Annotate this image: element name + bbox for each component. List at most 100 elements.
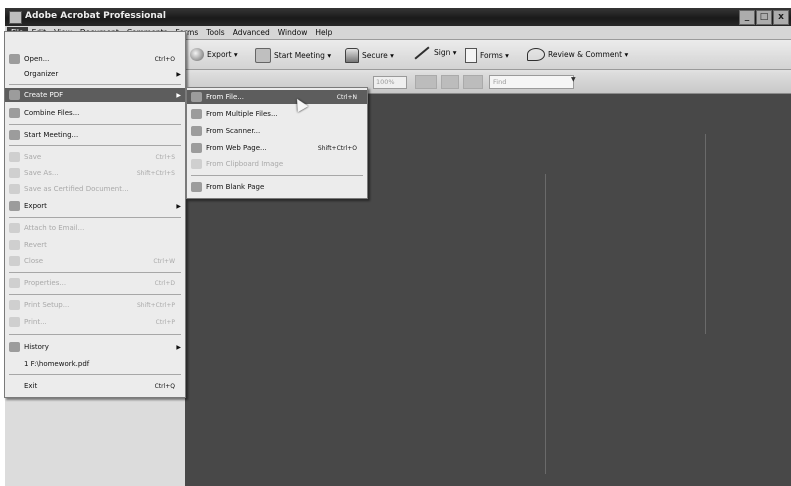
blank-icon xyxy=(9,168,20,178)
certified-icon xyxy=(9,184,20,194)
blank-icon xyxy=(9,300,20,310)
menu-item-properties[interactable]: Properties... Ctrl+D xyxy=(5,276,185,290)
forms-label: Forms ▾ xyxy=(480,51,509,60)
secure-button[interactable]: Secure ▾ xyxy=(345,48,394,63)
from-file-icon xyxy=(191,92,202,102)
submenu-arrow-icon: ▶ xyxy=(176,91,181,99)
menu-item-label: Open... xyxy=(24,55,50,63)
close-button[interactable]: x xyxy=(773,10,789,25)
menu-item-exit[interactable]: Exit Ctrl+Q xyxy=(5,379,185,393)
blank-icon xyxy=(9,256,20,266)
save-icon xyxy=(9,152,20,162)
menu-item-save[interactable]: Save Ctrl+S xyxy=(5,150,185,164)
zoom-level-field[interactable]: 100% xyxy=(373,76,407,89)
menu-item-label: From Blank Page xyxy=(206,183,265,191)
menu-item-create-pdf[interactable]: Create PDF ▶ xyxy=(5,88,185,102)
window-title: Adobe Acrobat Professional xyxy=(25,11,166,21)
submenu-item-from-web[interactable]: From Web Page... Shift+Ctrl+O xyxy=(187,141,367,155)
lock-icon xyxy=(345,48,359,63)
review-comment-button[interactable]: Review & Comment ▾ xyxy=(527,48,628,61)
file-menu: Open... Ctrl+O Organizer ▶ Create PDF ▶ … xyxy=(4,31,186,398)
menu-item-label: Print... xyxy=(24,318,47,326)
menu-separator xyxy=(9,272,181,273)
acrobat-app-icon xyxy=(9,11,22,24)
menu-item-label: Revert xyxy=(24,241,47,249)
menu-item-history[interactable]: History ▶ xyxy=(5,340,185,354)
zoom-in-icon[interactable] xyxy=(415,75,437,89)
forms-button[interactable]: Forms ▾ xyxy=(465,48,509,63)
blank-icon xyxy=(9,223,20,233)
menu-item-label: Print Setup... xyxy=(24,301,70,309)
export-icon xyxy=(190,48,204,61)
shortcut-label: Ctrl+Q xyxy=(154,382,175,390)
shortcut-label: Shift+Ctrl+P xyxy=(137,301,175,309)
menu-item-start-meeting[interactable]: Start Meeting... xyxy=(5,128,185,142)
menu-item-open[interactable]: Open... Ctrl+O xyxy=(5,52,185,66)
menu-item-organizer[interactable]: Organizer ▶ xyxy=(5,67,185,81)
menu-item-label: History xyxy=(24,343,49,351)
history-icon xyxy=(9,342,20,352)
blank-icon xyxy=(9,69,20,79)
submenu-arrow-icon: ▶ xyxy=(176,343,181,351)
export-button[interactable]: Export ▾ xyxy=(190,48,238,61)
menu-item-attach-email[interactable]: Attach to Email... xyxy=(5,221,185,235)
menu-item-export[interactable]: Export ▶ xyxy=(5,199,185,213)
submenu-item-from-file[interactable]: From File... Ctrl+N xyxy=(187,90,367,104)
menu-item-label: Attach to Email... xyxy=(24,224,85,232)
menu-item-label: From Web Page... xyxy=(206,144,267,152)
menu-item-recent-file[interactable]: 1 F:\homework.pdf xyxy=(5,357,185,371)
start-meeting-button[interactable]: Start Meeting ▾ xyxy=(255,48,331,63)
submenu-item-from-scanner[interactable]: From Scanner... xyxy=(187,124,367,138)
menu-item-print[interactable]: Print... Ctrl+P xyxy=(5,315,185,329)
shortcut-label: Ctrl+O xyxy=(154,55,175,63)
menu-item-label: Save As... xyxy=(24,169,59,177)
speech-bubble-icon xyxy=(527,48,545,61)
menu-advanced[interactable]: Advanced xyxy=(229,27,274,39)
blank-icon xyxy=(9,240,20,250)
menu-item-save-certified[interactable]: Save as Certified Document... xyxy=(5,182,185,196)
scan-noise xyxy=(545,174,546,474)
pen-icon xyxy=(414,45,430,60)
menu-item-print-setup[interactable]: Print Setup... Shift+Ctrl+P xyxy=(5,298,185,312)
menu-item-label: Organizer xyxy=(24,70,59,78)
menu-separator xyxy=(9,374,181,375)
menu-tools[interactable]: Tools xyxy=(202,27,228,39)
menu-item-label: Close xyxy=(24,257,44,265)
menu-window[interactable]: Window xyxy=(274,27,312,39)
menu-item-revert[interactable]: Revert xyxy=(5,238,185,252)
submenu-item-from-blank[interactable]: From Blank Page xyxy=(187,180,367,194)
menu-help[interactable]: Help xyxy=(311,27,336,39)
window-controls: _ □ x xyxy=(739,10,789,25)
combine-files-icon xyxy=(9,108,20,118)
secure-label: Secure ▾ xyxy=(362,51,394,60)
find-dropdown-icon[interactable]: ▼ xyxy=(571,76,576,83)
scan-noise xyxy=(705,134,706,334)
export-icon xyxy=(9,201,20,211)
menu-item-label: From Multiple Files... xyxy=(206,110,278,118)
sign-button[interactable]: Sign ▾ xyxy=(413,45,457,60)
menu-item-label: Create PDF xyxy=(24,91,64,99)
shortcut-label: Ctrl+N xyxy=(336,93,357,101)
hand-tool-icon[interactable] xyxy=(463,75,483,89)
menu-item-combine[interactable]: Combine Files... xyxy=(5,106,185,120)
menu-item-save-as[interactable]: Save As... Shift+Ctrl+S xyxy=(5,166,185,180)
submenu-arrow-icon: ▶ xyxy=(176,202,181,210)
menu-item-label: From File... xyxy=(206,93,244,101)
blank-page-icon xyxy=(191,182,202,192)
blank-icon xyxy=(9,278,20,288)
menu-item-label: Save xyxy=(24,153,42,161)
zoom-out-icon[interactable] xyxy=(441,75,459,89)
shortcut-label: Ctrl+S xyxy=(155,153,175,161)
start-meeting-label: Start Meeting ▾ xyxy=(274,51,332,60)
submenu-arrow-icon: ▶ xyxy=(176,70,181,78)
menu-item-close[interactable]: Close Ctrl+W xyxy=(5,254,185,268)
blank-icon xyxy=(9,359,20,369)
scanner-icon xyxy=(191,126,202,136)
maximize-button[interactable]: □ xyxy=(756,10,772,25)
find-field[interactable]: Find xyxy=(489,75,574,89)
menu-item-label: Combine Files... xyxy=(24,109,80,117)
menu-item-label: From Clipboard Image xyxy=(206,160,284,168)
submenu-item-from-clipboard[interactable]: From Clipboard Image xyxy=(187,157,367,171)
minimize-button[interactable]: _ xyxy=(739,10,755,25)
submenu-item-from-multiple[interactable]: From Multiple Files... xyxy=(187,107,367,121)
